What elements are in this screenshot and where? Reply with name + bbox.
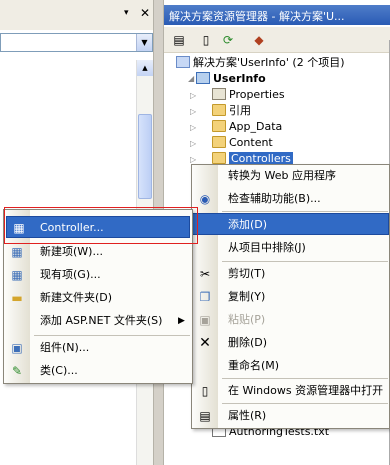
menu-item-check-accessibility[interactable]: ◉ 检查辅助功能(B)... [192,188,389,210]
scrollbar-thumb[interactable] [138,114,152,199]
class-icon: ✎ [11,364,23,378]
folder-icon [212,136,226,148]
menu-item-class[interactable]: ✎ 类(C)... [4,360,192,382]
solution-icon [176,56,190,68]
existing-item-icon: ▦ [11,268,23,282]
menu-item-open-in-explorer[interactable]: ▯ 在 Windows 资源管理器中打开 [192,380,389,402]
web-project-icon [196,72,210,84]
new-folder-icon: ▬ [11,291,23,305]
menu-item-add-aspnet-folder[interactable]: 添加 ASP.NET 文件夹(S) ▶ [4,310,192,332]
expand-icon[interactable]: ▷ [190,107,196,116]
menu-item-copy[interactable]: ❐ 复制(Y) [192,286,389,308]
expand-icon[interactable]: ▷ [190,123,196,132]
solution-explorer-title: 解决方案资源管理器 - 解决方案'U... [164,5,390,25]
expand-icon[interactable]: ▷ [190,155,196,164]
menu-item-existing-item[interactable]: ▦ 现有项(G)... [4,264,192,286]
menu-item-new-item[interactable]: ▦ 新建项(W)... [4,241,192,263]
menu-item-new-folder[interactable]: ▬ 新建文件夹(D) [4,287,192,309]
tree-item-project[interactable]: UserInfo [196,72,266,86]
tree-item-solution[interactable]: 解决方案'UserInfo' (2 个项目) [176,56,345,70]
component-icon: ▣ [11,341,23,355]
menu-item-delete[interactable]: ✕ 删除(D) [192,332,389,354]
expand-icon[interactable]: ▷ [190,91,196,100]
folder-icon [212,152,226,164]
menu-separator [222,261,388,262]
collapse-icon[interactable]: ◢ [188,74,194,83]
menu-item-exclude-from-project[interactable]: 从项目中排除(J) [192,237,389,259]
scroll-up-icon[interactable]: ▲ [137,60,153,76]
properties-folder-icon [212,88,226,100]
class-diagram-icon[interactable]: ◆ [250,31,268,49]
tree-item-references[interactable]: 引用 [212,104,251,118]
tree-item-app-data[interactable]: App_Data [212,120,282,134]
explorer-folder-icon: ▯ [201,384,209,398]
menu-separator [34,335,190,336]
folder-icon [212,120,226,132]
properties-icon: ▤ [199,409,211,423]
expand-icon[interactable]: ▷ [190,139,196,148]
properties-icon[interactable]: ▤ [170,31,188,49]
menu-item-add[interactable]: 添加(D) [192,213,389,235]
menu-item-component[interactable]: ▣ 组件(N)... [4,337,192,359]
solution-explorer-toolbar: ▤ ▯ ⟳ ◆ [164,27,390,53]
menu-separator [222,211,388,212]
tree-item-properties[interactable]: Properties [212,88,285,102]
refresh-icon[interactable]: ⟳ [219,31,237,49]
show-all-files-icon[interactable]: ▯ [197,31,215,49]
scissors-icon: ✂ [199,267,211,281]
tree-item-content[interactable]: Content [212,136,273,150]
menu-separator [222,403,388,404]
editor-tab-strip: ▾ ✕ [0,0,160,30]
menu-item-paste[interactable]: ▣ 粘贴(P) [192,309,389,331]
window-position-dropdown-icon[interactable]: ▾ [124,8,129,18]
menu-item-rename[interactable]: 重命名(M) [192,355,389,377]
context-menu: 转换为 Web 应用程序 ◉ 检查辅助功能(B)... 添加(D) 从项目中排除… [191,164,390,429]
chevron-down-icon[interactable]: ▼ [136,34,152,51]
submenu-arrow-icon: ▶ [178,316,185,326]
copy-icon: ❐ [199,290,211,304]
member-dropdown[interactable]: ▼ [0,33,153,52]
close-icon[interactable]: ✕ [140,6,150,20]
annotation-highlight-box [4,207,198,244]
menu-item-convert-web-app[interactable]: 转换为 Web 应用程序 [192,165,389,187]
delete-icon: ✕ [199,335,211,351]
references-folder-icon [212,104,226,116]
menu-separator [222,378,388,379]
paste-icon: ▣ [199,313,211,327]
new-item-icon: ▦ [11,245,23,259]
menu-item-cut[interactable]: ✂ 剪切(T) [192,263,389,285]
accessibility-icon: ◉ [199,192,211,206]
menu-item-properties[interactable]: ▤ 属性(R) [192,405,389,427]
